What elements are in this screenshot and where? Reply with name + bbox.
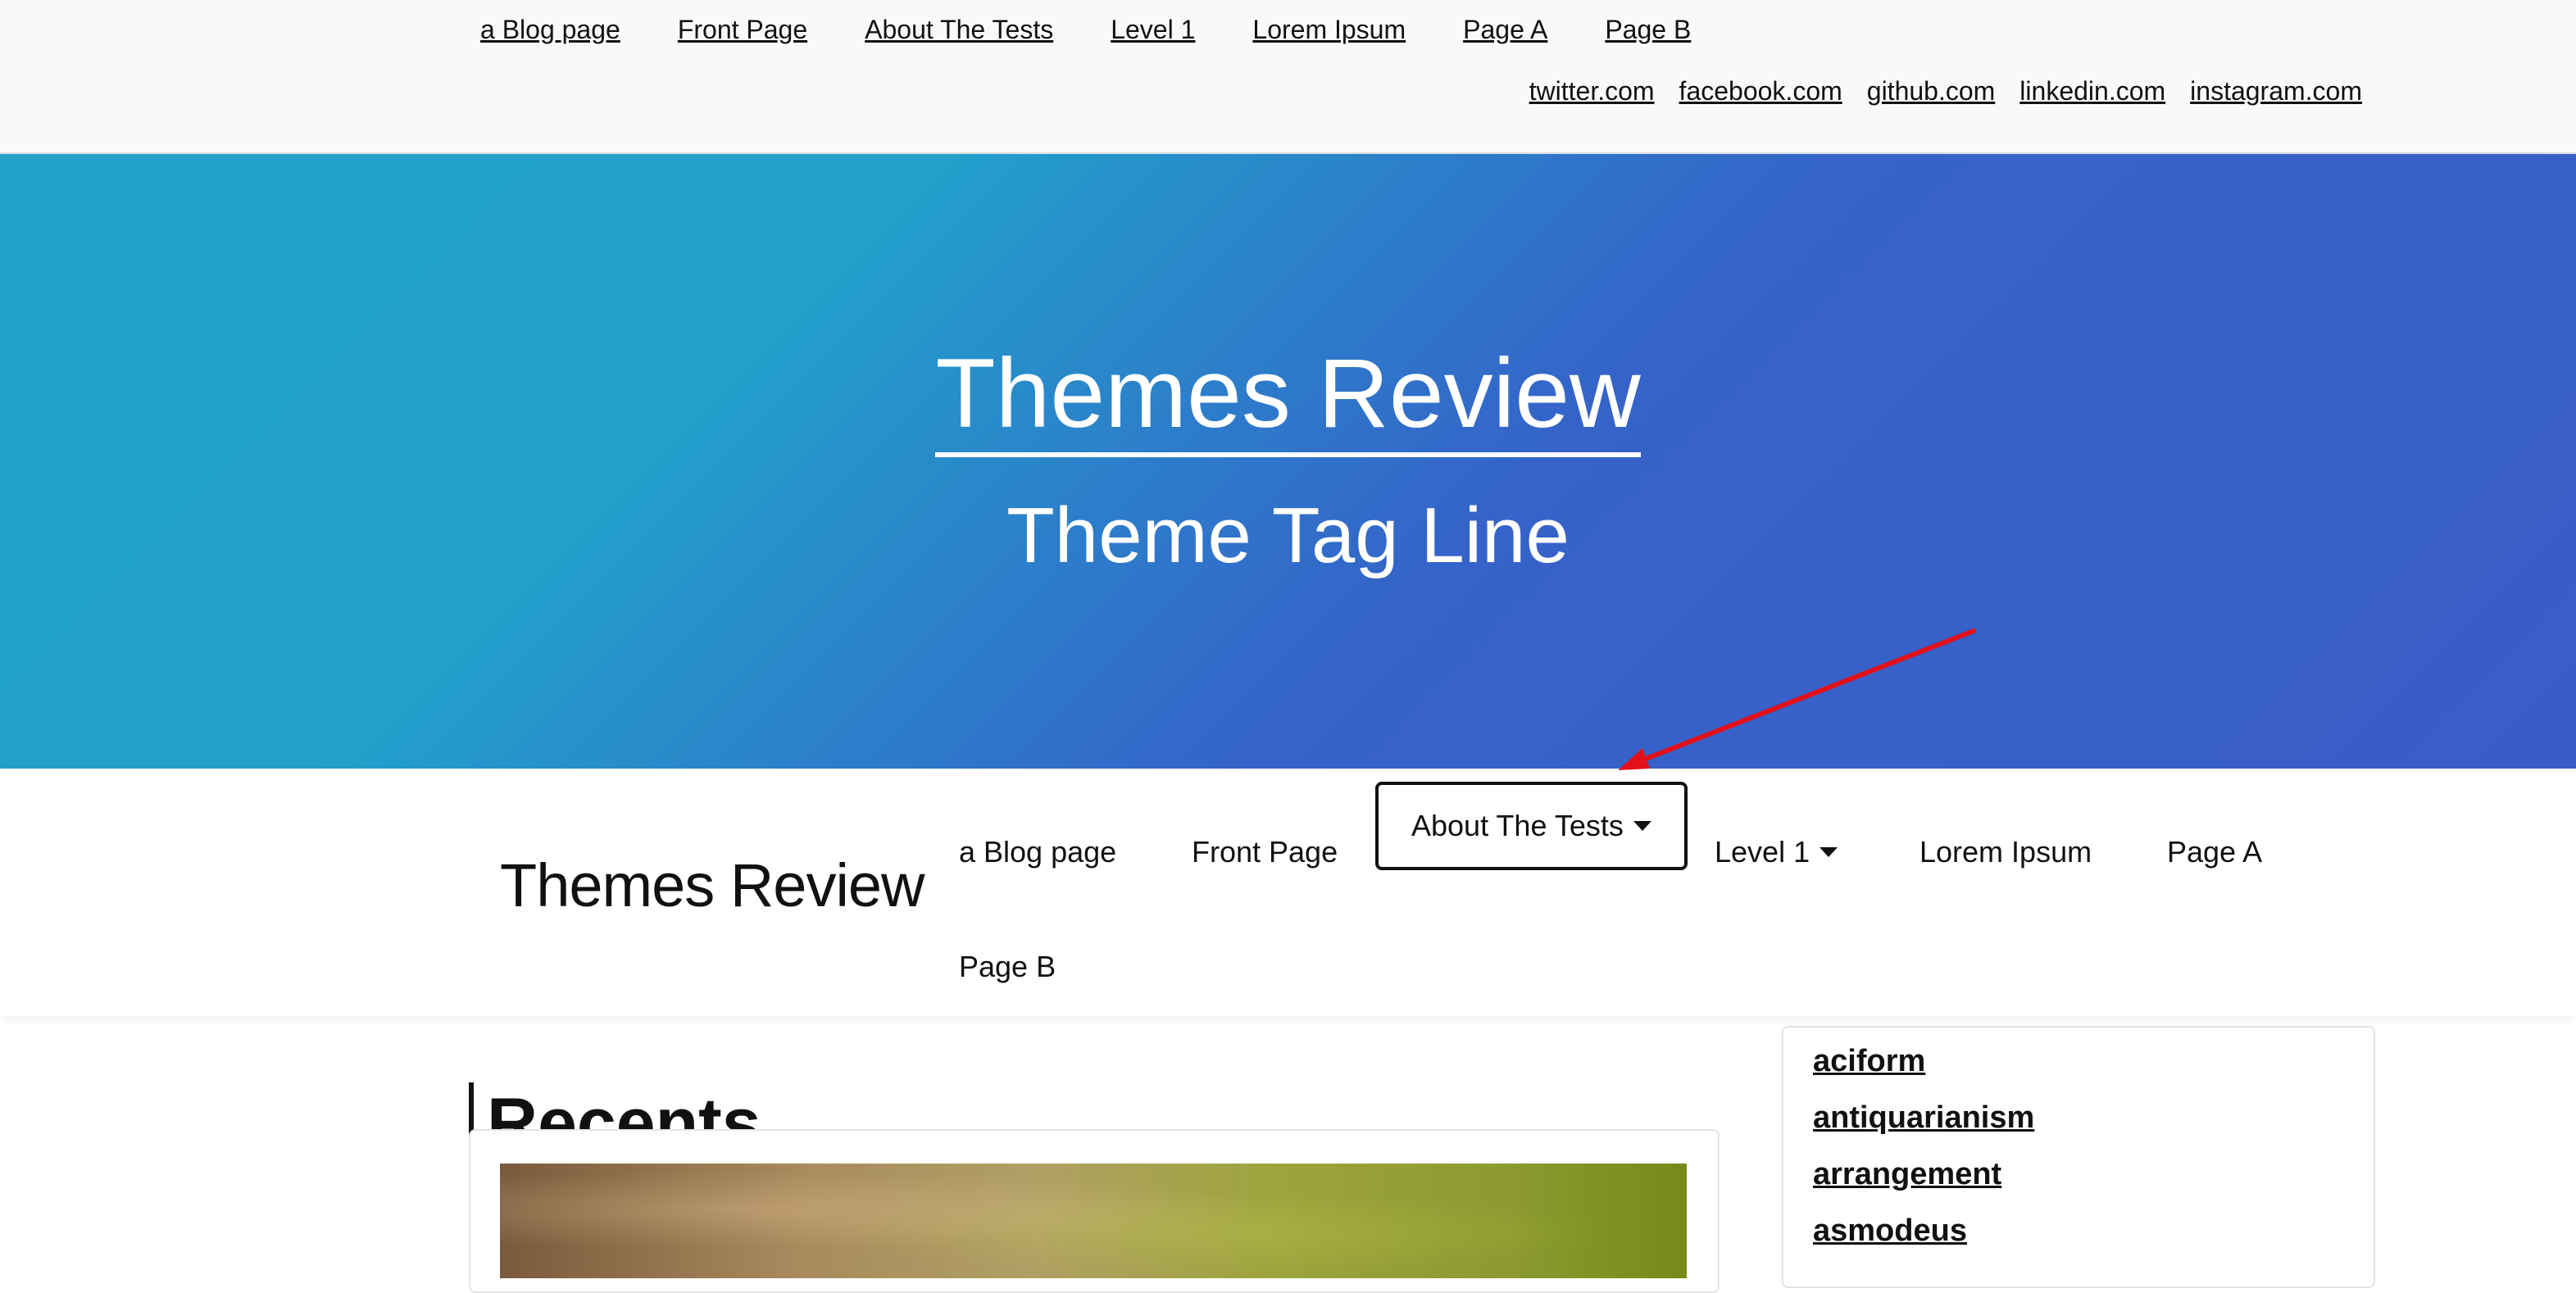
chevron-down-icon (1633, 821, 1651, 831)
top-nav-link-front-page[interactable]: Front Page (678, 15, 807, 45)
hero-banner: Themes Review Theme Tag Line (0, 154, 2576, 769)
recent-post-card[interactable] (469, 1129, 1720, 1293)
menu-item-front-page[interactable]: Front Page (1192, 808, 1338, 896)
menu-item-label: Page A (2167, 835, 2263, 869)
top-nav-link-page-a[interactable]: Page A (1463, 15, 1547, 45)
tag-link-asmodeus[interactable]: asmodeus (1813, 1214, 1967, 1248)
post-featured-image[interactable] (500, 1164, 1687, 1278)
top-nav-link-page-b[interactable]: Page B (1605, 15, 1691, 45)
menu-item-label: Page B (959, 950, 1056, 983)
tag-link-antiquarianism[interactable]: antiquarianism (1813, 1100, 2034, 1135)
menu-item-lorem-ipsum[interactable]: Lorem Ipsum (1920, 808, 2092, 896)
chevron-down-icon (1820, 847, 1838, 857)
site-tagline: Theme Tag Line (1006, 492, 1570, 579)
menu-item-label: About The Tests (1411, 809, 1624, 842)
navbar-brand[interactable]: Themes Review (500, 851, 925, 920)
menu-item-about-the-tests[interactable]: About The Tests (1375, 782, 1688, 870)
menu-item-level-1[interactable]: Level 1 (1715, 808, 1838, 896)
menu-item-label: Lorem Ipsum (1920, 835, 2092, 869)
main-navigation: Themes Review a Blog page Front Page Abo… (0, 769, 2576, 1016)
site-title-link[interactable]: Themes Review (935, 344, 1641, 457)
top-bar: a Blog page Front Page About The Tests L… (0, 0, 2576, 154)
sidebar-tag-list: aciform antiquarianism arrangement asmod… (1782, 1026, 2375, 1288)
top-nav-link-blog-page[interactable]: a Blog page (480, 15, 620, 45)
tag-link-aciform[interactable]: aciform (1813, 1044, 1925, 1078)
social-link-instagram[interactable]: instagram.com (2190, 76, 2362, 107)
list-item: arrangement (1813, 1157, 2001, 1192)
top-navigation: a Blog page Front Page About The Tests L… (480, 15, 1748, 45)
social-navigation: twitter.com facebook.com github.com link… (1505, 76, 2362, 107)
hero-title-wrapper: Themes Review (0, 344, 2576, 457)
top-nav-link-about-the-tests[interactable]: About The Tests (865, 15, 1053, 45)
list-item: asmodeus (1813, 1214, 1967, 1249)
menu-item-label: Level 1 (1715, 835, 1810, 869)
social-link-github[interactable]: github.com (1867, 76, 1996, 107)
list-item: aciform (1813, 1044, 1925, 1079)
menu-item-blog-page[interactable]: a Blog page (959, 808, 1116, 896)
menu-item-page-a[interactable]: Page A (2167, 808, 2262, 896)
top-nav-link-level-1[interactable]: Level 1 (1111, 15, 1195, 45)
menu-item-label: a Blog page (959, 835, 1117, 869)
menu-item-page-b[interactable]: Page B (959, 923, 1056, 1011)
social-link-facebook[interactable]: facebook.com (1679, 76, 1842, 107)
tag-link-arrangement[interactable]: arrangement (1813, 1157, 2001, 1191)
top-nav-link-lorem-ipsum[interactable]: Lorem Ipsum (1252, 15, 1406, 45)
list-item: antiquarianism (1813, 1100, 2034, 1136)
social-link-twitter[interactable]: twitter.com (1529, 76, 1655, 107)
menu-item-label: Front Page (1192, 835, 1338, 869)
social-link-linkedin[interactable]: linkedin.com (2019, 76, 2165, 107)
